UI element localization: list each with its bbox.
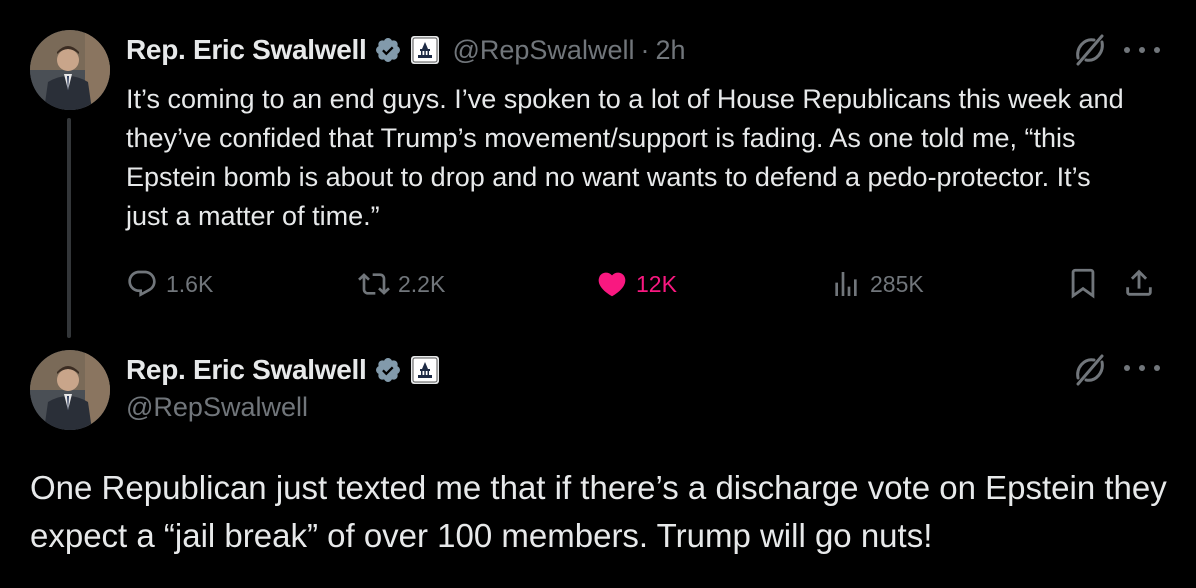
avatar-image (30, 30, 110, 110)
avatar[interactable] (30, 30, 110, 110)
tweet-text: It’s coming to an end guys. I’ve spoken … (126, 84, 1124, 231)
reply-button[interactable]: 1.6K (126, 268, 213, 300)
timestamp[interactable]: 2h (655, 35, 685, 66)
like-count: 12K (636, 270, 677, 297)
reply-icon (128, 270, 156, 297)
display-name[interactable]: Rep. Eric Swalwell (126, 354, 367, 386)
repost-icon (358, 273, 390, 295)
more-dots-icon[interactable] (1124, 40, 1160, 60)
more-dots-icon[interactable] (1124, 358, 1160, 378)
display-name[interactable]: Rep. Eric Swalwell (126, 34, 367, 66)
tweet-header: Rep. Eric Swalwell @RepSwalwell · 2h (126, 30, 686, 70)
dot (1124, 47, 1130, 53)
dot (1139, 47, 1145, 53)
repost-count: 2.2K (398, 270, 446, 297)
capitol-label-icon[interactable] (410, 355, 440, 385)
like-button[interactable]: 12K (596, 268, 677, 300)
views-icon (835, 272, 857, 296)
bookmark-button[interactable] (1066, 266, 1108, 300)
tweet-quoted-reply[interactable]: Rep. Eric Swalwell @RepSwalwell One Repu… (0, 330, 1196, 588)
share-button[interactable] (1122, 266, 1164, 300)
dot (1124, 365, 1130, 371)
tweet-text: One Republican just texted me that if th… (30, 469, 1167, 554)
dot (1154, 365, 1160, 371)
separator: · (640, 34, 650, 65)
reply-count: 1.6K (166, 270, 214, 297)
repost-button[interactable]: 2.2K (358, 268, 445, 300)
grok-icon[interactable] (1072, 352, 1108, 388)
thread-connector-line (67, 118, 71, 338)
verified-badge-icon[interactable] (374, 356, 402, 384)
grok-icon[interactable] (1072, 32, 1108, 68)
user-handle[interactable]: @RepSwalwell (452, 35, 634, 66)
user-handle[interactable]: @RepSwalwell (126, 392, 308, 423)
tweet-parent[interactable]: Rep. Eric Swalwell @RepSwalwell · 2h It’… (0, 0, 1196, 338)
share-icon (1126, 269, 1152, 296)
capitol-label-icon[interactable] (410, 35, 440, 65)
dot (1154, 47, 1160, 53)
avatar-image (30, 350, 110, 430)
heart-icon (598, 272, 626, 297)
verified-badge-icon[interactable] (374, 36, 402, 64)
avatar[interactable] (30, 350, 110, 430)
views-button[interactable]: 285K (830, 268, 924, 300)
action-bar: 1.6K 2.2K 12K 285K (126, 264, 1166, 304)
tweet-header: Rep. Eric Swalwell (126, 350, 440, 390)
views-count: 285K (870, 270, 924, 297)
bookmark-icon (1071, 268, 1095, 299)
dot (1139, 365, 1145, 371)
